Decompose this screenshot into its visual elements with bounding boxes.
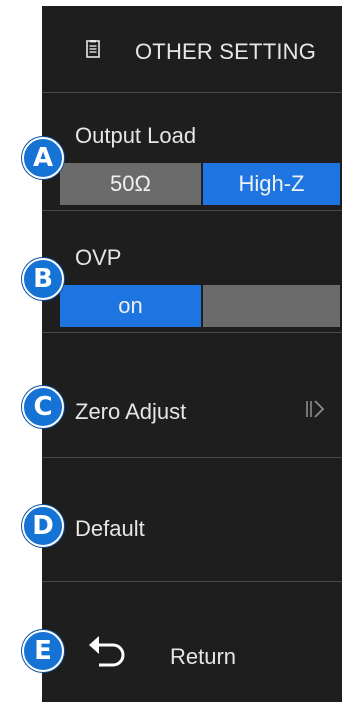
document-icon	[86, 40, 100, 58]
ovp-label: OVP	[75, 245, 122, 270]
callout-badge-b: B	[22, 258, 64, 300]
output-load-selector[interactable]: 50Ω High-Z	[60, 163, 340, 205]
callout-badge-d: D	[22, 505, 64, 547]
output-load-highz-option[interactable]: High-Z	[203, 163, 340, 205]
default-label: Default	[75, 516, 145, 541]
settings-panel: OTHER SETTING Output Load 50Ω High-Z OVP…	[42, 6, 342, 702]
zero-adjust-label: Zero Adjust	[75, 399, 187, 424]
output-load-section: Output Load 50Ω High-Z	[42, 92, 342, 210]
callout-badge-c: C	[22, 386, 64, 428]
callout-badge-a: A	[22, 137, 64, 179]
ovp-section: OVP on	[42, 210, 342, 332]
return-label: Return	[170, 644, 237, 669]
default-menu-item[interactable]: Default	[42, 457, 342, 581]
return-menu-item[interactable]: Return	[42, 581, 342, 702]
return-icon	[89, 636, 125, 667]
page-title: OTHER SETTING	[135, 39, 317, 64]
output-load-label: Output Load	[75, 123, 197, 148]
ovp-toggle[interactable]: on	[60, 285, 340, 327]
submenu-arrow-icon	[306, 400, 325, 418]
ovp-on-option[interactable]: on	[60, 285, 201, 327]
zero-adjust-menu-item[interactable]: Zero Adjust	[42, 332, 342, 457]
callout-badge-e: E	[22, 630, 64, 672]
output-load-50ohm-option[interactable]: 50Ω	[60, 163, 201, 205]
panel-header: OTHER SETTING	[42, 6, 342, 92]
ovp-off-option[interactable]	[203, 285, 340, 327]
